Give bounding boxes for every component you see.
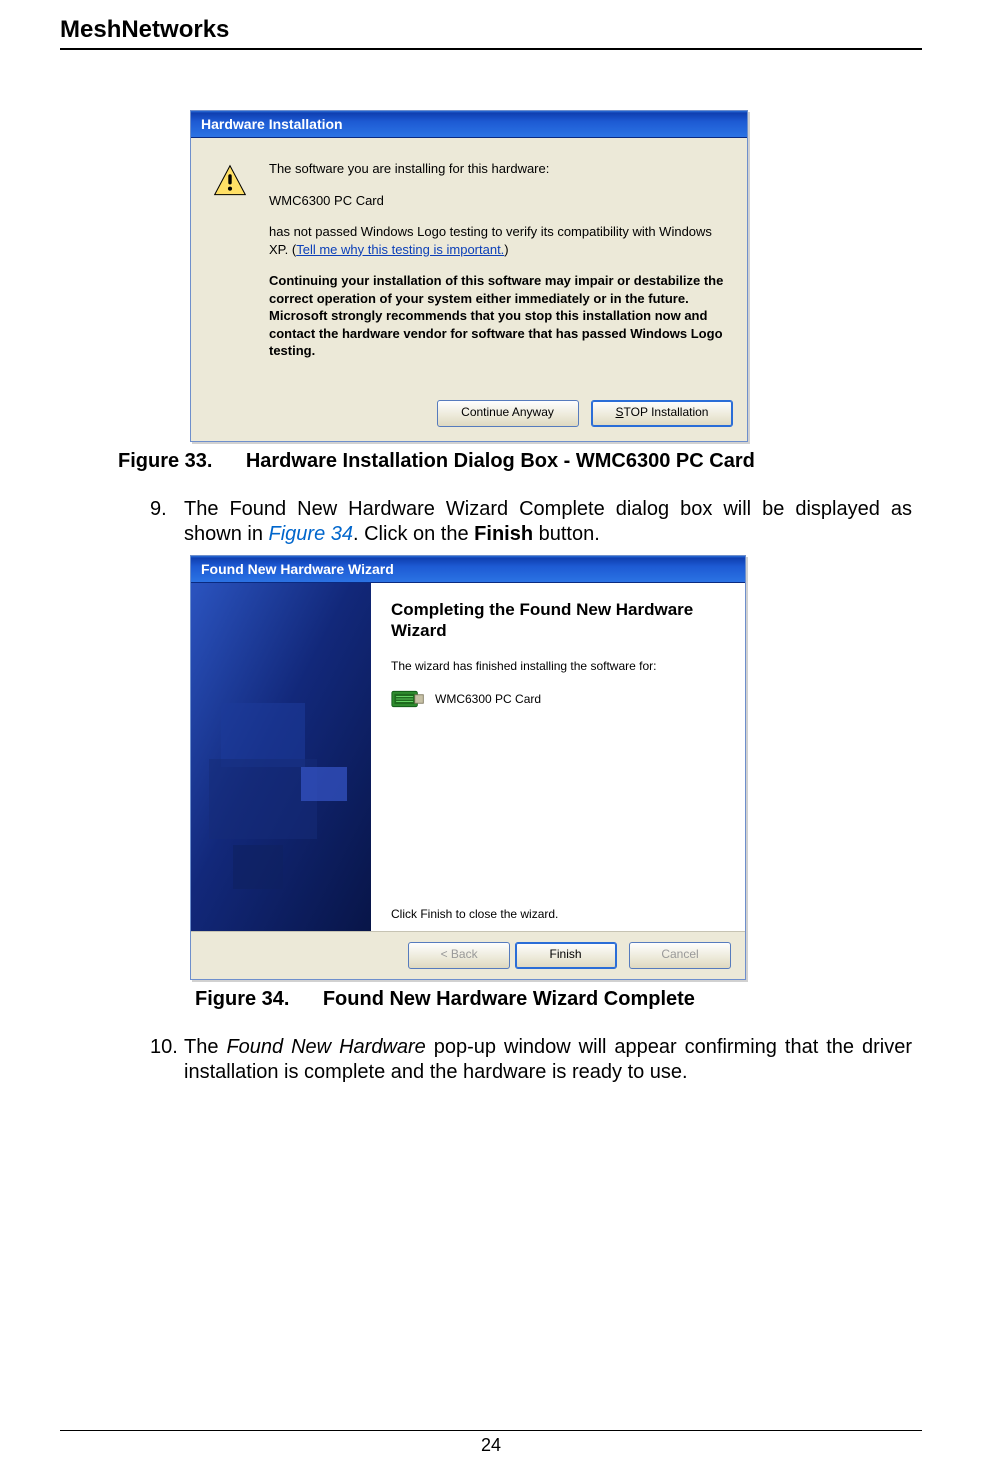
figure-34-text: Found New Hardware Wizard Complete: [323, 988, 695, 1010]
install-line1: The software you are installing for this…: [269, 160, 725, 178]
figure-33-text: Hardware Installation Dialog Box - WMC63…: [246, 450, 755, 472]
step-10-number: 10.: [150, 1035, 184, 1085]
step-9-c: button.: [533, 523, 600, 545]
step-9-bold: Finish: [474, 523, 533, 545]
continue-anyway-button[interactable]: Continue Anyway: [437, 400, 579, 427]
logo-testing-link[interactable]: Tell me why this testing is important.: [296, 242, 504, 257]
wizard-sidebar-graphic: [191, 583, 371, 931]
figure-34-label: Figure 34.: [195, 988, 289, 1010]
step-10-a: The: [184, 1036, 226, 1058]
step-10-text: The Found New Hardware pop-up window wil…: [184, 1035, 912, 1085]
figure-33-label: Figure 33.: [118, 450, 212, 472]
dialog-title: Hardware Installation: [191, 111, 747, 138]
wizard-line2: Click Finish to close the wizard.: [391, 907, 727, 921]
page-header: MeshNetworks: [60, 16, 922, 50]
step-9-number: 9.: [150, 497, 184, 547]
cancel-button: Cancel: [629, 942, 731, 969]
found-new-hardware-wizard-dialog: Found New Hardware Wizard: [190, 555, 746, 980]
step-10-italic: Found New Hardware: [226, 1036, 425, 1058]
wizard-line1: The wizard has finished installing the s…: [391, 659, 727, 673]
step-9-text: The Found New Hardware Wizard Complete d…: [184, 497, 912, 547]
wizard-hwname: WMC6300 PC Card: [435, 692, 541, 706]
hardware-installation-dialog: Hardware Installation The software you a…: [190, 110, 748, 442]
install-hwname: WMC6300 PC Card: [269, 192, 725, 210]
wizard-heading: Completing the Found New Hardware Wizard: [391, 599, 727, 642]
install-warning: Continuing your installation of this sof…: [269, 272, 725, 360]
page-number: 24: [60, 1430, 922, 1456]
install-line2: has not passed Windows Logo testing to v…: [269, 223, 725, 258]
pc-card-icon: [391, 685, 425, 713]
stop-installation-button[interactable]: STOP Installation: [591, 400, 733, 427]
finish-button[interactable]: Finish: [515, 942, 617, 969]
dialog2-title: Found New Hardware Wizard: [191, 556, 745, 583]
back-button: < Back: [408, 942, 510, 969]
install-line2b: ): [504, 242, 508, 257]
warning-icon: [213, 164, 247, 198]
step-9-b: . Click on the: [353, 523, 474, 545]
figure-34-ref[interactable]: Figure 34: [269, 523, 354, 545]
